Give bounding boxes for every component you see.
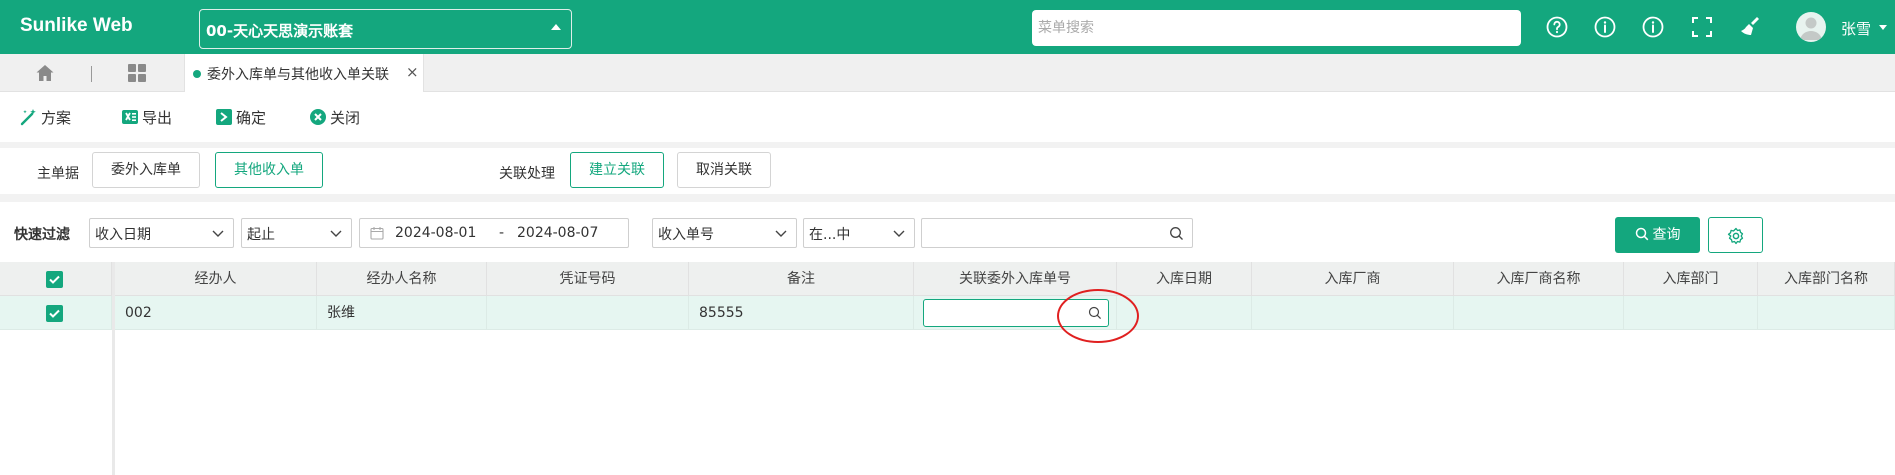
close-circle-icon <box>309 108 327 126</box>
close-label: 关闭 <box>330 109 361 127</box>
cell-handler[interactable]: 002 <box>115 296 317 330</box>
plan-label: 方案 <box>41 109 72 127</box>
cell-voucher-no[interactable] <box>487 296 689 330</box>
column-header[interactable]: 入库日期 <box>1117 262 1252 296</box>
info-icon[interactable] <box>1593 15 1617 39</box>
cancel-relation-button[interactable]: 取消关联 <box>677 152 771 188</box>
table-row[interactable]: 002 张维 85555 <box>0 296 1895 330</box>
relation-process-label: 关联处理 <box>499 166 555 182</box>
search-icon[interactable] <box>1169 226 1184 241</box>
cell-vendor-name[interactable] <box>1454 296 1624 330</box>
tab-label: 委外入库单与其他收入单关联 <box>207 67 389 83</box>
info-icon[interactable] <box>1641 15 1665 39</box>
account-name: 00-天心天思演示账套 <box>206 22 354 40</box>
fullscreen-icon[interactable] <box>1690 15 1714 39</box>
export-button[interactable]: 导出 <box>121 107 172 129</box>
grid-header: 经办人 经办人名称 凭证号码 备注 关联委外入库单号 入库日期 入库厂商 入库厂… <box>0 262 1895 296</box>
tab-active-page[interactable]: 委外入库单与其他收入单关联 × <box>184 54 424 92</box>
active-dot-icon <box>193 70 201 78</box>
gear-icon <box>1727 227 1744 245</box>
column-header[interactable]: 凭证号码 <box>487 262 689 296</box>
quick-filter-label: 快速过滤 <box>14 227 70 243</box>
column-header[interactable]: 经办人 <box>115 262 317 296</box>
row-select-cell <box>0 296 112 330</box>
username[interactable]: 张雪 <box>1841 18 1871 39</box>
select-all-checkbox[interactable] <box>46 271 63 288</box>
annotation-circle <box>1057 289 1139 343</box>
top-bar: Sunlike Web 00-天心天思演示账套 张雪 <box>0 0 1895 54</box>
filter-range-value: 起止 <box>247 227 275 243</box>
confirm-button[interactable]: 确定 <box>215 107 266 129</box>
search-icon <box>1635 227 1648 241</box>
settings-button[interactable] <box>1708 217 1763 253</box>
select-all-cell <box>0 262 112 296</box>
chevron-down-icon <box>330 230 342 237</box>
row-checkbox[interactable] <box>46 305 63 322</box>
filter-operator-value: 在...中 <box>809 227 851 243</box>
tab-divider <box>91 66 92 82</box>
date-to: 2024-08-07 <box>517 225 599 241</box>
chevron-down-icon <box>893 230 905 237</box>
data-grid: 经办人 经办人名称 凭证号码 备注 关联委外入库单号 入库日期 入库厂商 入库厂… <box>0 262 1895 475</box>
filter-field2-value: 收入单号 <box>658 227 714 243</box>
close-button[interactable]: 关闭 <box>309 107 360 129</box>
filter-field2-select[interactable]: 收入单号 <box>652 218 797 248</box>
excel-icon <box>121 108 139 126</box>
filter-field-value: 收入日期 <box>95 227 151 243</box>
query-label: 查询 <box>1652 227 1681 243</box>
help-icon[interactable] <box>1545 15 1569 39</box>
cell-remark[interactable]: 85555 <box>689 296 914 330</box>
build-relation-button[interactable]: 建立关联 <box>570 152 664 188</box>
outsource-receipt-button[interactable]: 委外入库单 <box>92 152 200 188</box>
relation-bar: 主单据 委外入库单 其他收入单 关联处理 建立关联 取消关联 <box>0 148 1895 194</box>
confirm-arrow-icon <box>215 108 233 126</box>
cell-department-name[interactable] <box>1758 296 1895 330</box>
frozen-column-divider <box>112 262 115 475</box>
quick-filter-bar: 快速过滤 收入日期 起止 2024-08-01 - 2024-08-07 收入单… <box>0 202 1895 260</box>
action-toolbar: 方案 导出 确定 关闭 <box>0 92 1895 142</box>
column-header[interactable]: 入库部门 <box>1624 262 1758 296</box>
filter-field-select[interactable]: 收入日期 <box>89 218 234 248</box>
chevron-down-icon <box>212 230 224 237</box>
confirm-label: 确定 <box>236 109 267 127</box>
query-button[interactable]: 查询 <box>1615 217 1700 253</box>
filter-operator-select[interactable]: 在...中 <box>803 218 915 248</box>
column-header[interactable]: 经办人名称 <box>317 262 487 296</box>
column-header[interactable]: 入库部门名称 <box>1758 262 1895 296</box>
date-range-picker[interactable]: 2024-08-01 - 2024-08-07 <box>359 218 629 248</box>
caret-up-icon <box>551 24 561 30</box>
filter-value-input[interactable] <box>921 218 1193 248</box>
chevron-down-icon <box>775 230 787 237</box>
column-header[interactable]: 入库厂商 <box>1252 262 1454 296</box>
section-divider <box>0 194 1895 202</box>
menu-search-input[interactable] <box>1032 10 1521 46</box>
filter-range-select[interactable]: 起止 <box>241 218 352 248</box>
brand-logo: Sunlike Web <box>20 15 133 36</box>
column-header[interactable]: 入库厂商名称 <box>1454 262 1624 296</box>
date-separator: - <box>499 225 505 241</box>
column-header[interactable]: 备注 <box>689 262 914 296</box>
other-income-button[interactable]: 其他收入单 <box>215 152 323 188</box>
broom-icon[interactable] <box>1738 15 1762 39</box>
close-tab-icon[interactable]: × <box>406 63 419 81</box>
date-from: 2024-08-01 <box>395 225 477 241</box>
account-selector[interactable]: 00-天心天思演示账套 <box>199 9 572 49</box>
checkmark-icon <box>49 309 60 318</box>
apps-grid-icon[interactable] <box>127 63 147 83</box>
home-icon[interactable] <box>35 63 55 83</box>
calendar-icon <box>370 227 384 240</box>
main-doc-label: 主单据 <box>37 166 79 182</box>
cell-vendor[interactable] <box>1252 296 1454 330</box>
cell-department[interactable] <box>1624 296 1758 330</box>
magic-wand-icon <box>20 108 38 126</box>
export-label: 导出 <box>142 109 173 127</box>
caret-down-icon[interactable] <box>1879 25 1887 30</box>
avatar[interactable] <box>1796 12 1826 42</box>
cell-handler-name[interactable]: 张维 <box>317 296 487 330</box>
checkmark-icon <box>49 275 60 284</box>
plan-button[interactable]: 方案 <box>20 107 71 129</box>
tab-bar: 委外入库单与其他收入单关联 × <box>0 54 1895 92</box>
